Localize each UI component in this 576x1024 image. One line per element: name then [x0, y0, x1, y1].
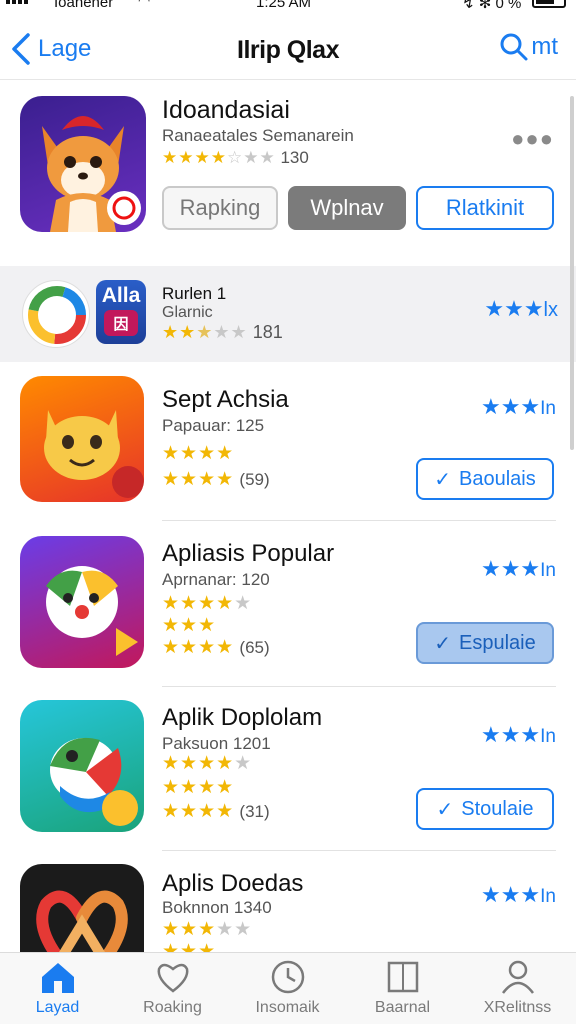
rating-stars: ★★★: [162, 941, 217, 952]
divider: [162, 520, 556, 521]
tab-label: Roaking: [143, 999, 202, 1016]
list-item[interactable]: Sept Achsia Papauar: 125 ★★★★ ★★★★ (59) …: [0, 376, 576, 522]
rating-stars: ★★★★★: [162, 753, 253, 774]
rating-stars: ★★★★ (65): [162, 637, 270, 658]
tab-label: Baarnal: [374, 999, 431, 1016]
ranking-button[interactable]: Rapking: [162, 186, 278, 230]
list-item-highlighted[interactable]: Alla 因 Rurlen 1 Glarnic ★★★★★ 181 ★★★lx: [0, 266, 576, 362]
scrollbar[interactable]: [570, 96, 574, 450]
tab-label: Insomaik: [255, 999, 320, 1016]
tab-label: Layad: [35, 999, 80, 1016]
check-icon: ✓: [434, 468, 452, 491]
cat-app-icon: [20, 376, 144, 502]
featured-app-subtitle: Ranaeatales Semanarein: [162, 126, 354, 145]
carrier-label: Ioanener: [54, 0, 114, 11]
home-icon: [41, 963, 74, 993]
outline-action-button[interactable]: Rlatkinit: [416, 186, 554, 230]
check-icon: ✓: [436, 798, 454, 821]
clock-icon: [271, 960, 304, 994]
blue-rating: ★★★In: [480, 556, 556, 581]
app-subtitle: Paksuon 1201: [162, 734, 271, 753]
rating-count: 130: [280, 148, 309, 167]
featured-app: Idoandasiai Ranaeatales Semanarein ★★★★☆…: [0, 82, 576, 262]
alla-icon-text: Alla: [101, 284, 141, 307]
bird-app-icon: [20, 700, 144, 832]
tab-roaking[interactable]: Roaking: [115, 959, 230, 1017]
list-item[interactable]: Aplik Doplolam Paksuon 1201 ★★★★★ ★★★★ ★…: [0, 700, 576, 846]
alla-app-icon: Alla 因: [96, 280, 146, 344]
app-subtitle: Boknnon 1340: [162, 898, 272, 917]
clock-time: 1:25 AM: [256, 0, 312, 11]
status-bar: Ioanener ◠ 1:25 AM ↯ ✻ 0 %: [0, 0, 576, 14]
rating-stars: ★★★★ (59): [162, 469, 270, 490]
featured-app-name: Idoandasiai: [162, 96, 290, 124]
app-name: Aplis Doedas: [162, 870, 304, 897]
rating-stars: ★★★★★: [162, 322, 248, 342]
divider: [162, 850, 556, 851]
rating-stars: ★★★★☆★★: [162, 148, 276, 167]
navigation-bar: Lage Ilrip Qlax mt: [0, 22, 576, 80]
rating-count: 181: [252, 322, 283, 342]
app-subtitle: Aprnanar: 120: [162, 570, 270, 589]
item-name: Rurlen 1: [162, 284, 227, 303]
tab-baarnal[interactable]: Baarnal: [345, 959, 460, 1017]
app-action-button[interactable]: ✓ Stoulaie: [416, 788, 554, 830]
tab-layad[interactable]: Layad: [0, 959, 115, 1017]
person-icon: [501, 960, 534, 994]
search-label: mt: [531, 33, 558, 60]
tab-label: XRelitnss: [483, 999, 552, 1016]
page-title: Ilrip Qlax: [237, 36, 339, 64]
book-icon: [387, 961, 418, 993]
list-item[interactable]: Apliasis Popular Aprnanar: 120 ★★★★★ ★★★…: [0, 536, 576, 682]
color-ring-app-icon: [22, 280, 90, 348]
tab-xrelitnss[interactable]: XRelitnss: [460, 959, 575, 1017]
alla-icon-badge: 因: [104, 310, 138, 336]
battery-icon: [532, 0, 566, 8]
clown-app-icon: [20, 536, 144, 668]
blue-rating: ★★★In: [480, 394, 556, 419]
signal-icon: [6, 0, 28, 4]
battery-percent: ↯ ✻ 0 %: [462, 0, 522, 12]
app-name: Sept Achsia: [162, 386, 289, 413]
app-subtitle: Papauar: 125: [162, 416, 265, 435]
app-action-button[interactable]: ✓ Baoulais: [416, 458, 554, 500]
more-options-icon[interactable]: ●●●: [511, 126, 554, 152]
blue-rating: ★★★In: [480, 722, 556, 747]
app-name: Apliasis Popular: [162, 540, 335, 567]
rating-stars: ★★★★: [162, 777, 235, 798]
featured-app-rating: ★★★★☆★★ 130: [162, 148, 309, 168]
search-icon: [500, 33, 528, 61]
tab-bar: Layad Roaking Insomaik Baarnal XRelitnss: [0, 952, 576, 1024]
dark-action-button[interactable]: Wplnav: [288, 186, 406, 230]
rating-stars: ★★★★: [162, 443, 235, 464]
heart-icon: [157, 963, 188, 993]
item-rating: ★★★★★ 181: [162, 322, 283, 343]
check-icon: ✓: [434, 632, 452, 655]
divider: [162, 686, 556, 687]
rating-stars: ★★★★★: [162, 919, 253, 940]
tab-insomaik[interactable]: Insomaik: [230, 959, 345, 1017]
fox-app-icon[interactable]: [20, 96, 146, 232]
heart-logo-app-icon: [20, 864, 144, 952]
blue-rating: ★★★In: [480, 882, 556, 907]
wifi-icon: ◠: [138, 0, 151, 8]
rating-stars: ★★★: [162, 615, 217, 636]
app-action-button[interactable]: ✓ Espulaie: [416, 622, 554, 664]
search-button[interactable]: mt: [499, 32, 558, 62]
blue-rating: ★★★lx: [484, 296, 558, 321]
item-subtitle: Glarnic: [162, 304, 213, 321]
list-item[interactable]: Aplis Doedas Boknnon 1340 ★★★★★ ★★★ ★★★I…: [0, 864, 576, 952]
rating-stars: ★★★★ (31): [162, 801, 270, 822]
rating-stars: ★★★★★: [162, 593, 253, 614]
app-name: Aplik Doplolam: [162, 704, 323, 731]
